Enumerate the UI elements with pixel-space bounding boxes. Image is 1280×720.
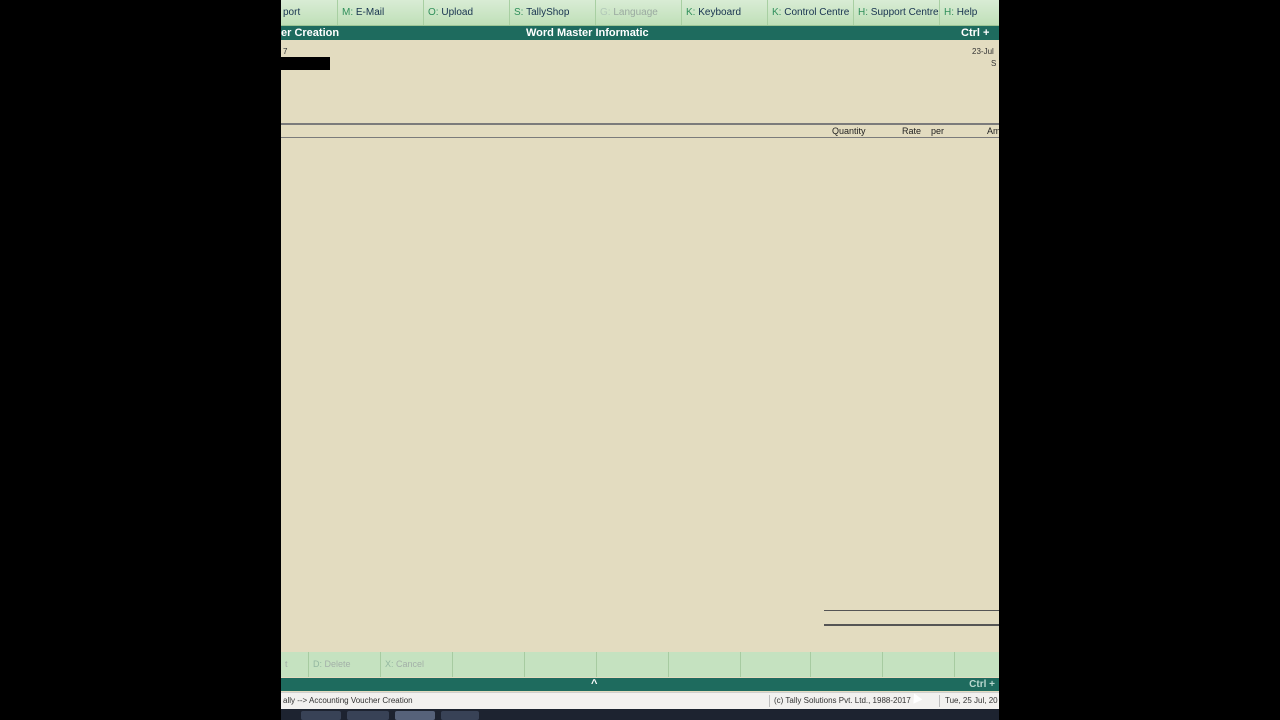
menu-language-label: Language (613, 7, 658, 18)
taskbar-app[interactable] (441, 711, 479, 720)
company-name: Word Master Informatic (526, 27, 649, 39)
top-menu-bar: port M: E-Mail O: Upload S: TallyShop G:… (281, 0, 999, 26)
empty-button-8 (955, 652, 999, 677)
column-rate: Rate (902, 126, 922, 136)
total-line-bottom (824, 624, 999, 626)
menu-support-centre[interactable]: H: Support Centre (854, 0, 940, 25)
menu-upload[interactable]: O: Upload (424, 0, 510, 25)
empty-button-3 (597, 652, 669, 677)
menu-tallyshop[interactable]: S: TallyShop (510, 0, 596, 25)
header-divider-bottom (281, 137, 999, 138)
column-per: per (931, 126, 945, 136)
total-line-top (824, 610, 999, 611)
navigation-path: ally --> Accounting Voucher Creation (283, 696, 413, 705)
status-datetime: Tue, 25 Jul, 20 (945, 696, 998, 705)
empty-button-4 (669, 652, 741, 677)
taskbar-app[interactable] (301, 711, 341, 720)
empty-button-5 (741, 652, 811, 677)
ctrl-shortcut-hint: Ctrl + (961, 27, 990, 39)
status-separator (939, 695, 940, 707)
menu-control-centre[interactable]: K: Control Centre (768, 0, 854, 25)
menu-keyboard[interactable]: K: Keyboard (682, 0, 768, 25)
voucher-date[interactable]: 23-Jul (972, 47, 994, 56)
column-quantity: Quantity (832, 126, 866, 136)
taskbar-app[interactable] (347, 711, 389, 720)
copyright-text: (c) Tally Solutions Pvt. Ltd., 1988-2017 (774, 696, 911, 705)
item-entry-area[interactable] (281, 139, 999, 609)
voucher-type-field[interactable] (281, 57, 330, 70)
lower-shortcut-strip: ^ Ctrl + (281, 678, 999, 691)
voucher-day: S (991, 59, 997, 68)
delete-button: D: Delete (309, 652, 381, 677)
title-bar: er Creation Word Master Informatic Ctrl … (281, 26, 999, 40)
menu-export-label: port (283, 7, 301, 18)
menu-control-centre-label: Control Centre (784, 7, 850, 18)
column-amount: Am (987, 126, 999, 136)
empty-button-6 (811, 652, 883, 677)
menu-help-label: Help (956, 7, 978, 18)
empty-button-2 (525, 652, 597, 677)
header-divider-top (281, 123, 999, 125)
screen-title: er Creation (281, 27, 340, 39)
menu-help[interactable]: H: Help (940, 0, 999, 25)
ctrl-shortcut-hint-bottom: Ctrl + (969, 679, 995, 690)
voucher-number: 7 (283, 47, 288, 56)
empty-button-7 (883, 652, 955, 677)
empty-button-1 (453, 652, 525, 677)
menu-email[interactable]: M: E-Mail (338, 0, 424, 25)
menu-upload-label: Upload (441, 7, 474, 18)
tally-window: port M: E-Mail O: Upload S: TallyShop G:… (281, 0, 999, 720)
menu-tallyshop-label: TallyShop (526, 7, 570, 18)
taskbar-app[interactable] (395, 711, 435, 720)
button-partial-left: t (281, 652, 309, 677)
cancel-button: X: Cancel (381, 652, 453, 677)
menu-support-centre-label: Support Centre (870, 7, 939, 18)
menu-keyboard-label: Keyboard (698, 7, 742, 18)
expand-arrow-icon[interactable]: ^ (591, 678, 597, 691)
menu-export[interactable]: port (281, 0, 338, 25)
menu-email-label: E-Mail (355, 7, 385, 18)
os-taskbar (281, 709, 999, 720)
status-bar: ally --> Accounting Voucher Creation (c)… (281, 692, 999, 709)
menu-language: G: Language (596, 0, 682, 25)
bottom-button-bar: t D: Delete X: Cancel (281, 652, 999, 677)
status-separator (769, 695, 770, 707)
